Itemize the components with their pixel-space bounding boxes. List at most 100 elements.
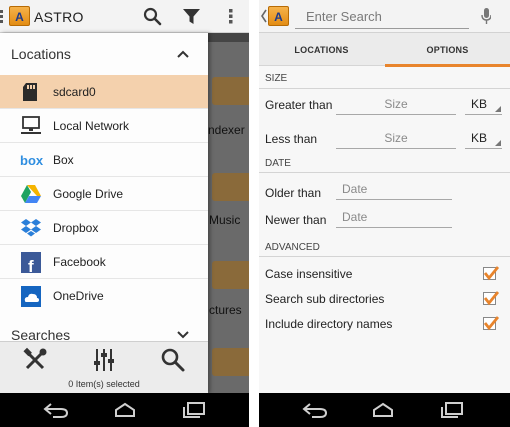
- back-icon[interactable]: [302, 402, 328, 418]
- background-folder-label: ctures: [209, 303, 242, 317]
- greater-than-size-field: [336, 93, 456, 115]
- navigation-drawer: Locations sdcard0 Local Network box Box: [0, 33, 208, 393]
- search-field: [295, 5, 469, 29]
- less-than-label: Less than: [265, 132, 318, 146]
- advanced-section-label: ADVANCED: [265, 242, 320, 253]
- overflow-menu-icon[interactable]: [229, 9, 233, 24]
- folder-icon: [212, 173, 249, 201]
- location-item-local-network[interactable]: Local Network: [0, 109, 208, 143]
- tools-icon[interactable]: [22, 347, 48, 373]
- back-icon[interactable]: [43, 402, 69, 418]
- search-input[interactable]: [295, 5, 469, 28]
- astro-action-bar: A ASTRO: [0, 0, 249, 33]
- older-than-date-input[interactable]: [336, 178, 452, 199]
- location-label: Box: [53, 153, 74, 167]
- newer-than-label: Newer than: [265, 213, 327, 227]
- location-item-box[interactable]: box Box: [0, 143, 208, 177]
- location-label: Google Drive: [53, 187, 124, 201]
- location-label: Dropbox: [53, 221, 99, 235]
- location-label: Local Network: [53, 119, 130, 133]
- recent-apps-icon[interactable]: [181, 402, 207, 418]
- checkmark-icon: [483, 266, 499, 281]
- include-directory-names-checkbox[interactable]: [483, 316, 499, 331]
- locations-header-label: Locations: [11, 46, 71, 62]
- location-item-facebook[interactable]: f Facebook: [0, 245, 208, 279]
- less-than-size-input[interactable]: [336, 127, 456, 148]
- location-item-sdcard0[interactable]: sdcard0: [0, 75, 208, 109]
- selection-status: 0 Item(s) selected: [68, 379, 140, 389]
- recent-apps-icon[interactable]: [439, 402, 465, 418]
- option-label: Case insensitive: [265, 267, 353, 281]
- onedrive-icon: [20, 286, 42, 307]
- facebook-icon: f: [20, 252, 42, 276]
- background-file-browser: ndexer Music ctures: [208, 33, 249, 393]
- equalizer-icon[interactable]: [91, 347, 117, 373]
- box-icon: box: [20, 150, 44, 170]
- background-folder-label: Music: [209, 213, 241, 227]
- option-label: Include directory names: [265, 317, 393, 331]
- search-tabs: LOCATIONS OPTIONS: [259, 33, 510, 67]
- case-insensitive-checkbox[interactable]: [483, 266, 499, 281]
- home-icon[interactable]: [370, 402, 396, 418]
- location-label: sdcard0: [53, 85, 96, 99]
- size-section-label: SIZE: [265, 73, 288, 84]
- home-icon[interactable]: [112, 402, 138, 418]
- searches-section-header[interactable]: Searches: [0, 315, 208, 343]
- greater-than-label: Greater than: [265, 98, 333, 112]
- option-label: Search sub directories: [265, 292, 385, 306]
- greater-than-unit-dropdown[interactable]: KB: [465, 93, 502, 115]
- tab-label: OPTIONS: [426, 45, 469, 55]
- divider: [259, 256, 510, 257]
- tab-label: LOCATIONS: [294, 45, 349, 55]
- network-computer-icon: [20, 116, 42, 136]
- background-folder-label: ndexer: [208, 123, 245, 137]
- location-item-google-drive[interactable]: Google Drive: [0, 177, 208, 211]
- svg-text:box: box: [20, 153, 44, 168]
- astro-app-icon[interactable]: A: [268, 6, 289, 26]
- dropbox-icon: [20, 218, 42, 238]
- overflow-left-icon[interactable]: [0, 10, 4, 24]
- unit-label: KB: [471, 131, 488, 145]
- checkmark-icon: [483, 291, 499, 306]
- less-than-unit-dropdown[interactable]: KB: [465, 127, 502, 149]
- drawer-toolbar: 0 Item(s) selected: [0, 341, 208, 393]
- android-navigation-bar: [259, 393, 510, 427]
- less-than-size-field: [336, 127, 456, 149]
- divider: [259, 88, 510, 89]
- svg-text:f: f: [28, 257, 34, 274]
- search-action-bar: A: [259, 0, 510, 33]
- location-label: OneDrive: [53, 289, 104, 303]
- background-toolbar: [208, 33, 249, 42]
- filter-icon[interactable]: [183, 8, 200, 25]
- folder-icon: [212, 261, 249, 289]
- greater-than-size-input[interactable]: [336, 93, 456, 114]
- dropdown-triangle-icon: [495, 140, 501, 146]
- older-than-date-field: [336, 178, 452, 200]
- search-icon[interactable]: [143, 7, 162, 26]
- astro-app-icon[interactable]: A: [9, 6, 30, 26]
- folder-icon: [212, 348, 249, 376]
- google-drive-icon: [20, 184, 42, 204]
- location-item-dropbox[interactable]: Dropbox: [0, 211, 208, 245]
- folder-icon: [212, 77, 249, 105]
- unit-label: KB: [471, 97, 488, 111]
- dropdown-triangle-icon: [495, 106, 501, 112]
- tab-options[interactable]: OPTIONS: [385, 33, 510, 67]
- chevron-up-icon[interactable]: [176, 47, 190, 59]
- older-than-label: Older than: [265, 186, 322, 200]
- search-icon[interactable]: [160, 347, 186, 373]
- chevron-down-icon[interactable]: [176, 328, 190, 340]
- tab-locations[interactable]: LOCATIONS: [259, 33, 384, 66]
- sd-card-icon: [20, 82, 42, 102]
- location-item-onedrive[interactable]: OneDrive: [0, 279, 208, 313]
- microphone-icon[interactable]: [481, 8, 492, 25]
- newer-than-date-input[interactable]: [336, 206, 452, 227]
- app-title: ASTRO: [34, 9, 84, 25]
- android-navigation-bar: [0, 393, 249, 427]
- date-section-label: DATE: [265, 158, 291, 169]
- chevron-left-icon[interactable]: [261, 9, 267, 23]
- search-sub-directories-checkbox[interactable]: [483, 291, 499, 306]
- locations-section-header[interactable]: Locations: [0, 33, 208, 73]
- location-label: Facebook: [53, 255, 106, 269]
- left-screen: A ASTRO ndexer Music ctures Locations sd…: [0, 0, 249, 427]
